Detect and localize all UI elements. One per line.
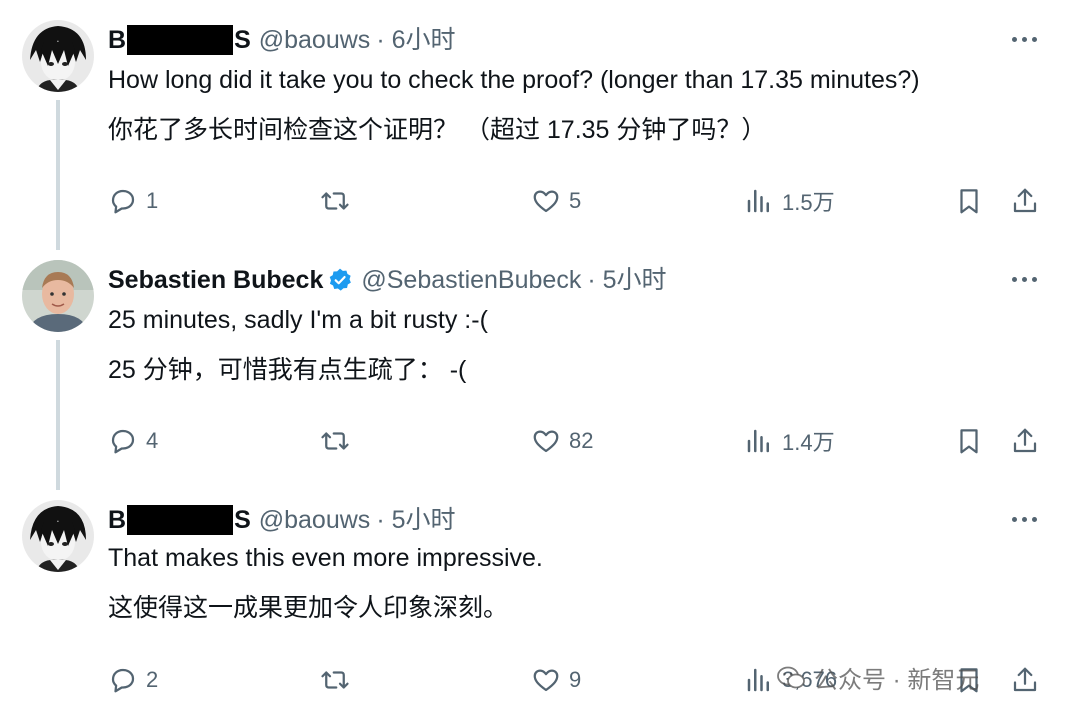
reply-count: 1 — [146, 188, 159, 213]
avatar[interactable] — [22, 260, 94, 332]
tweet-translation: 这使得这一成果更加令人印象深刻。 — [108, 594, 509, 622]
tweet-translation: 你花了多长时间检查这个证明？ （超过 17.35 分钟了吗？） — [108, 116, 767, 144]
views-button[interactable]: 1.4万 — [744, 421, 835, 461]
tweet-header: B S @baouws · 6小时 — [108, 24, 456, 56]
avatar[interactable] — [22, 500, 94, 572]
anime-avatar-icon — [22, 500, 94, 572]
like-button[interactable]: 82 — [531, 421, 593, 461]
share-button[interactable] — [1010, 181, 1040, 221]
timestamp[interactable]: · 5小时 — [587, 264, 666, 296]
bookmark-button[interactable] — [954, 421, 984, 461]
share-icon — [1013, 188, 1037, 213]
like-button[interactable]: 5 — [531, 181, 581, 221]
avatar[interactable] — [22, 20, 94, 92]
reply-icon — [111, 668, 135, 693]
tweet[interactable]: B S @baouws · 6小时 How long did it take y… — [0, 20, 1067, 240]
retweet-button[interactable] — [320, 421, 350, 461]
retweet-icon — [321, 432, 349, 450]
reply-icon — [111, 429, 135, 454]
author-name[interactable]: Sebastien Bubeck — [108, 264, 323, 296]
author-handle[interactable]: @SebastienBubeck — [361, 264, 581, 296]
share-button[interactable] — [1010, 660, 1040, 700]
views-icon — [747, 429, 769, 453]
bookmark-icon — [960, 189, 978, 214]
like-icon — [533, 190, 559, 213]
share-icon — [1013, 667, 1037, 692]
bookmark-icon — [960, 429, 978, 454]
views-icon — [747, 189, 769, 213]
like-icon — [533, 430, 559, 453]
reply-count: 2 — [146, 667, 159, 692]
views-button[interactable]: 1.5万 — [744, 181, 835, 221]
more-icon[interactable] — [1012, 506, 1037, 532]
person-avatar-icon — [22, 260, 94, 332]
share-button[interactable] — [1010, 421, 1040, 461]
anime-avatar-icon — [22, 20, 94, 92]
share-icon — [1013, 428, 1037, 453]
more-icon[interactable] — [1012, 266, 1037, 292]
like-icon — [533, 669, 559, 692]
redaction-bar — [127, 25, 234, 55]
retweet-button[interactable] — [320, 660, 350, 700]
reply-button[interactable]: 4 — [108, 421, 158, 461]
tweet-header: B S @baouws · 5小时 — [108, 504, 456, 536]
author-name-suffix[interactable]: S — [234, 24, 251, 56]
action-bar: 1 5 1.5万 — [0, 181, 1067, 221]
wechat-icon — [777, 666, 805, 688]
retweet-icon — [321, 671, 349, 689]
reply-count: 4 — [146, 428, 159, 453]
author-name[interactable]: B — [108, 24, 126, 56]
author-handle[interactable]: @baouws — [259, 504, 371, 536]
tweet-text: That makes this even more impressive. — [108, 544, 543, 572]
retweet-icon — [321, 192, 349, 210]
tweet[interactable]: Sebastien Bubeck @SebastienBubeck · 5小时 … — [0, 260, 1067, 480]
verified-icon[interactable] — [327, 267, 353, 293]
tweet-header: Sebastien Bubeck @SebastienBubeck · 5小时 — [108, 264, 667, 296]
action-bar: 4 82 1.4万 — [0, 421, 1067, 461]
watermark: 公众号 · 新智元 — [776, 660, 979, 695]
like-button[interactable]: 9 — [531, 660, 581, 700]
reply-button[interactable]: 1 — [108, 181, 158, 221]
like-count: 5 — [569, 188, 582, 213]
views-count: 1.4万 — [782, 430, 835, 455]
author-name[interactable]: B — [108, 504, 126, 536]
like-count: 9 — [569, 667, 582, 692]
retweet-button[interactable] — [320, 181, 350, 221]
views-count: 1.5万 — [782, 190, 835, 215]
like-count: 82 — [569, 428, 594, 453]
views-icon — [747, 668, 769, 692]
more-icon[interactable] — [1012, 26, 1037, 52]
tweet-text: 25 minutes, sadly I'm a bit rusty :-( — [108, 306, 488, 334]
author-name-suffix[interactable]: S — [234, 504, 251, 536]
reply-icon — [111, 189, 135, 214]
tweet-text: How long did it take you to check the pr… — [108, 66, 920, 94]
reply-button[interactable]: 2 — [108, 660, 158, 700]
watermark-text: 公众号 · 新智元 — [814, 667, 980, 694]
timestamp[interactable]: · 6小时 — [376, 24, 455, 56]
bookmark-button[interactable] — [954, 181, 984, 221]
author-handle[interactable]: @baouws — [259, 24, 371, 56]
redaction-bar — [127, 505, 234, 535]
timestamp[interactable]: · 5小时 — [376, 504, 455, 536]
tweet-translation: 25 分钟，可惜我有点生疏了： -( — [108, 356, 467, 384]
